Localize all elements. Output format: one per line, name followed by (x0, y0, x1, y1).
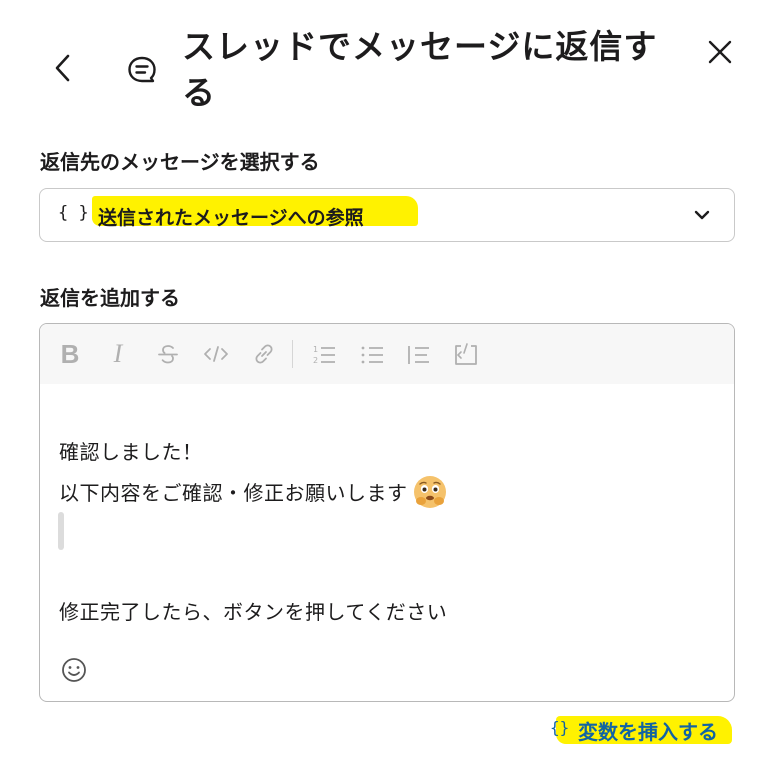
select-value: 送信されたメッセージへの参照 (98, 207, 364, 229)
variable-brace-icon: {} (550, 718, 570, 737)
empty-line-placeholder (58, 512, 64, 550)
chevron-down-icon (694, 210, 710, 220)
reply-line-3: 修正完了したら、ボタンを押してください (59, 600, 448, 624)
pleading-face-emoji-icon (412, 474, 448, 515)
svg-text:2: 2 (313, 356, 318, 365)
reply-label: 返信を追加する (40, 286, 180, 310)
bold-icon[interactable]: B (54, 338, 86, 370)
close-button[interactable] (700, 32, 740, 72)
reply-line-2: 以下内容をご確認・修正お願いします (59, 474, 448, 515)
reply-line-1: 確認しました！ (59, 440, 203, 464)
insert-variable-label: 変数を挿入する (578, 720, 718, 744)
emoji-picker-button[interactable] (60, 656, 88, 684)
variable-brace-icon: { } (58, 203, 89, 223)
reply-line-2-text: 以下内容をご確認・修正お願いします (59, 481, 408, 505)
thread-reply-icon (124, 52, 160, 88)
target-message-label: 返信先のメッセージを選択する (40, 150, 320, 174)
ordered-list-icon[interactable]: 12 (308, 338, 340, 370)
chevron-left-icon (55, 54, 70, 82)
modal-title: スレッドでメッセージに返信する (182, 27, 658, 112)
bullet-list-icon[interactable] (356, 338, 388, 370)
strikethrough-icon[interactable] (152, 338, 184, 370)
code-icon[interactable] (200, 338, 232, 370)
target-message-select[interactable]: { } 送信されたメッセージへの参照 (39, 188, 735, 242)
back-button[interactable] (44, 48, 84, 88)
svg-text:1: 1 (313, 345, 318, 354)
code-block-icon[interactable] (450, 338, 482, 370)
formatting-toolbar: B I 12 (40, 324, 734, 384)
smiley-icon (62, 658, 86, 682)
reply-editor[interactable]: B I 12 確認しました！ 以下内容をご確認・修正お願いします 修正完了したら… (39, 323, 735, 702)
modal-header: スレッドでメッセージに返信する (0, 0, 771, 120)
link-icon[interactable] (248, 338, 280, 370)
italic-icon[interactable]: I (102, 338, 134, 370)
close-icon (708, 40, 732, 64)
toolbar-divider (292, 340, 293, 368)
blockquote-icon[interactable] (402, 338, 434, 370)
